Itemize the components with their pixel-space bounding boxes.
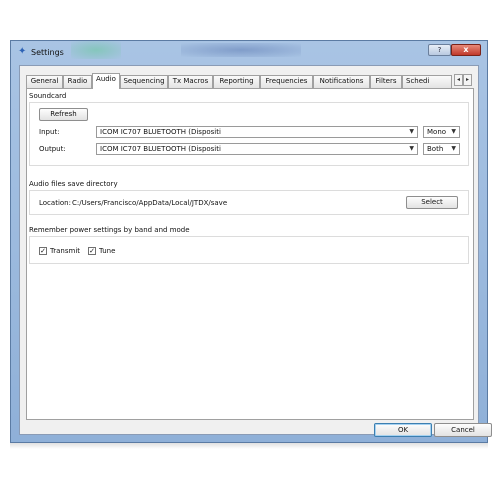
output-device-value: ICOM IC707 BLUETOOTH (Dispositi [100,145,221,153]
ok-button[interactable]: OK [374,423,432,437]
input-channel-select[interactable]: Mono ▼ [423,126,460,138]
input-channel-value: Mono [427,128,447,136]
input-device-value: ICOM IC707 BLUETOOTH (Dispositi [100,128,221,136]
input-device-select[interactable]: ICOM IC707 BLUETOOTH (Dispositi ▼ [96,126,418,138]
output-channel-value: Both [427,145,444,153]
cancel-button[interactable]: Cancel [434,423,492,437]
transmit-label: Transmit [50,247,81,255]
tab-audio[interactable]: Audio [92,73,120,89]
tab-general[interactable]: General [26,75,63,88]
save-directory-group-title: Audio files save directory [29,180,118,188]
app-icon: ✦ [18,46,27,57]
dialog-client-area: General Radio Audio Sequencing Tx Macros… [19,65,492,437]
output-device-select[interactable]: ICOM IC707 BLUETOOTH (Dispositi ▼ [96,143,418,155]
tab-reporting[interactable]: Reporting [213,75,260,88]
transmit-checkbox[interactable]: ✓ [39,247,47,255]
close-button[interactable]: x [451,44,481,56]
tab-tx-macros[interactable]: Tx Macros [168,75,213,88]
refresh-button[interactable]: Refresh [39,108,88,121]
chevron-down-icon: ▼ [451,128,456,135]
soundcard-group-title: Soundcard [29,92,67,100]
chevron-down-icon: ▼ [451,145,456,152]
window-shadow [10,443,488,449]
chevron-down-icon: ▼ [409,145,414,152]
location-label: Location: [39,199,71,207]
tab-frequencies[interactable]: Frequencies [260,75,313,88]
tab-radio[interactable]: Radio [63,75,92,88]
location-value: C:/Users/Francisco/AppData/Local/JTDX/sa… [72,199,228,207]
tab-scroll-left-icon[interactable]: ◂ [454,74,463,86]
settings-window: ✦ Settings ? x General Radio Audio Seque… [10,40,492,443]
power-settings-group: ✓ Transmit ✓ Tune [29,236,469,264]
select-directory-button[interactable]: Select [406,196,458,209]
tab-sequencing[interactable]: Sequencing [120,75,168,88]
audio-tab-panel: Soundcard Refresh Input: ICOM IC707 BLUE… [26,88,474,420]
tab-scroll-right-icon[interactable]: ▸ [463,74,472,86]
tune-checkbox[interactable]: ✓ [88,247,96,255]
tab-bar: General Radio Audio Sequencing Tx Macros… [26,73,474,89]
output-channel-select[interactable]: Both ▼ [423,143,460,155]
tab-filters[interactable]: Filters [370,75,402,88]
title-glow-green [71,41,121,59]
tab-notifications[interactable]: Notifications [313,75,370,88]
save-directory-group: Location: C:/Users/Francisco/AppData/Loc… [29,190,469,215]
input-label: Input: [39,128,60,136]
help-button[interactable]: ? [428,44,451,56]
soundcard-group: Refresh Input: ICOM IC707 BLUETOOTH (Dis… [29,102,469,166]
tune-label: Tune [99,247,116,255]
title-glow-blue [181,43,301,57]
chevron-down-icon: ▼ [409,128,414,135]
window-title: Settings [31,48,64,57]
title-bar[interactable]: ✦ Settings ? x [11,41,487,64]
tab-schedule[interactable]: Schedi [402,75,452,88]
output-label: Output: [39,145,66,153]
power-settings-group-title: Remember power settings by band and mode [29,226,190,234]
